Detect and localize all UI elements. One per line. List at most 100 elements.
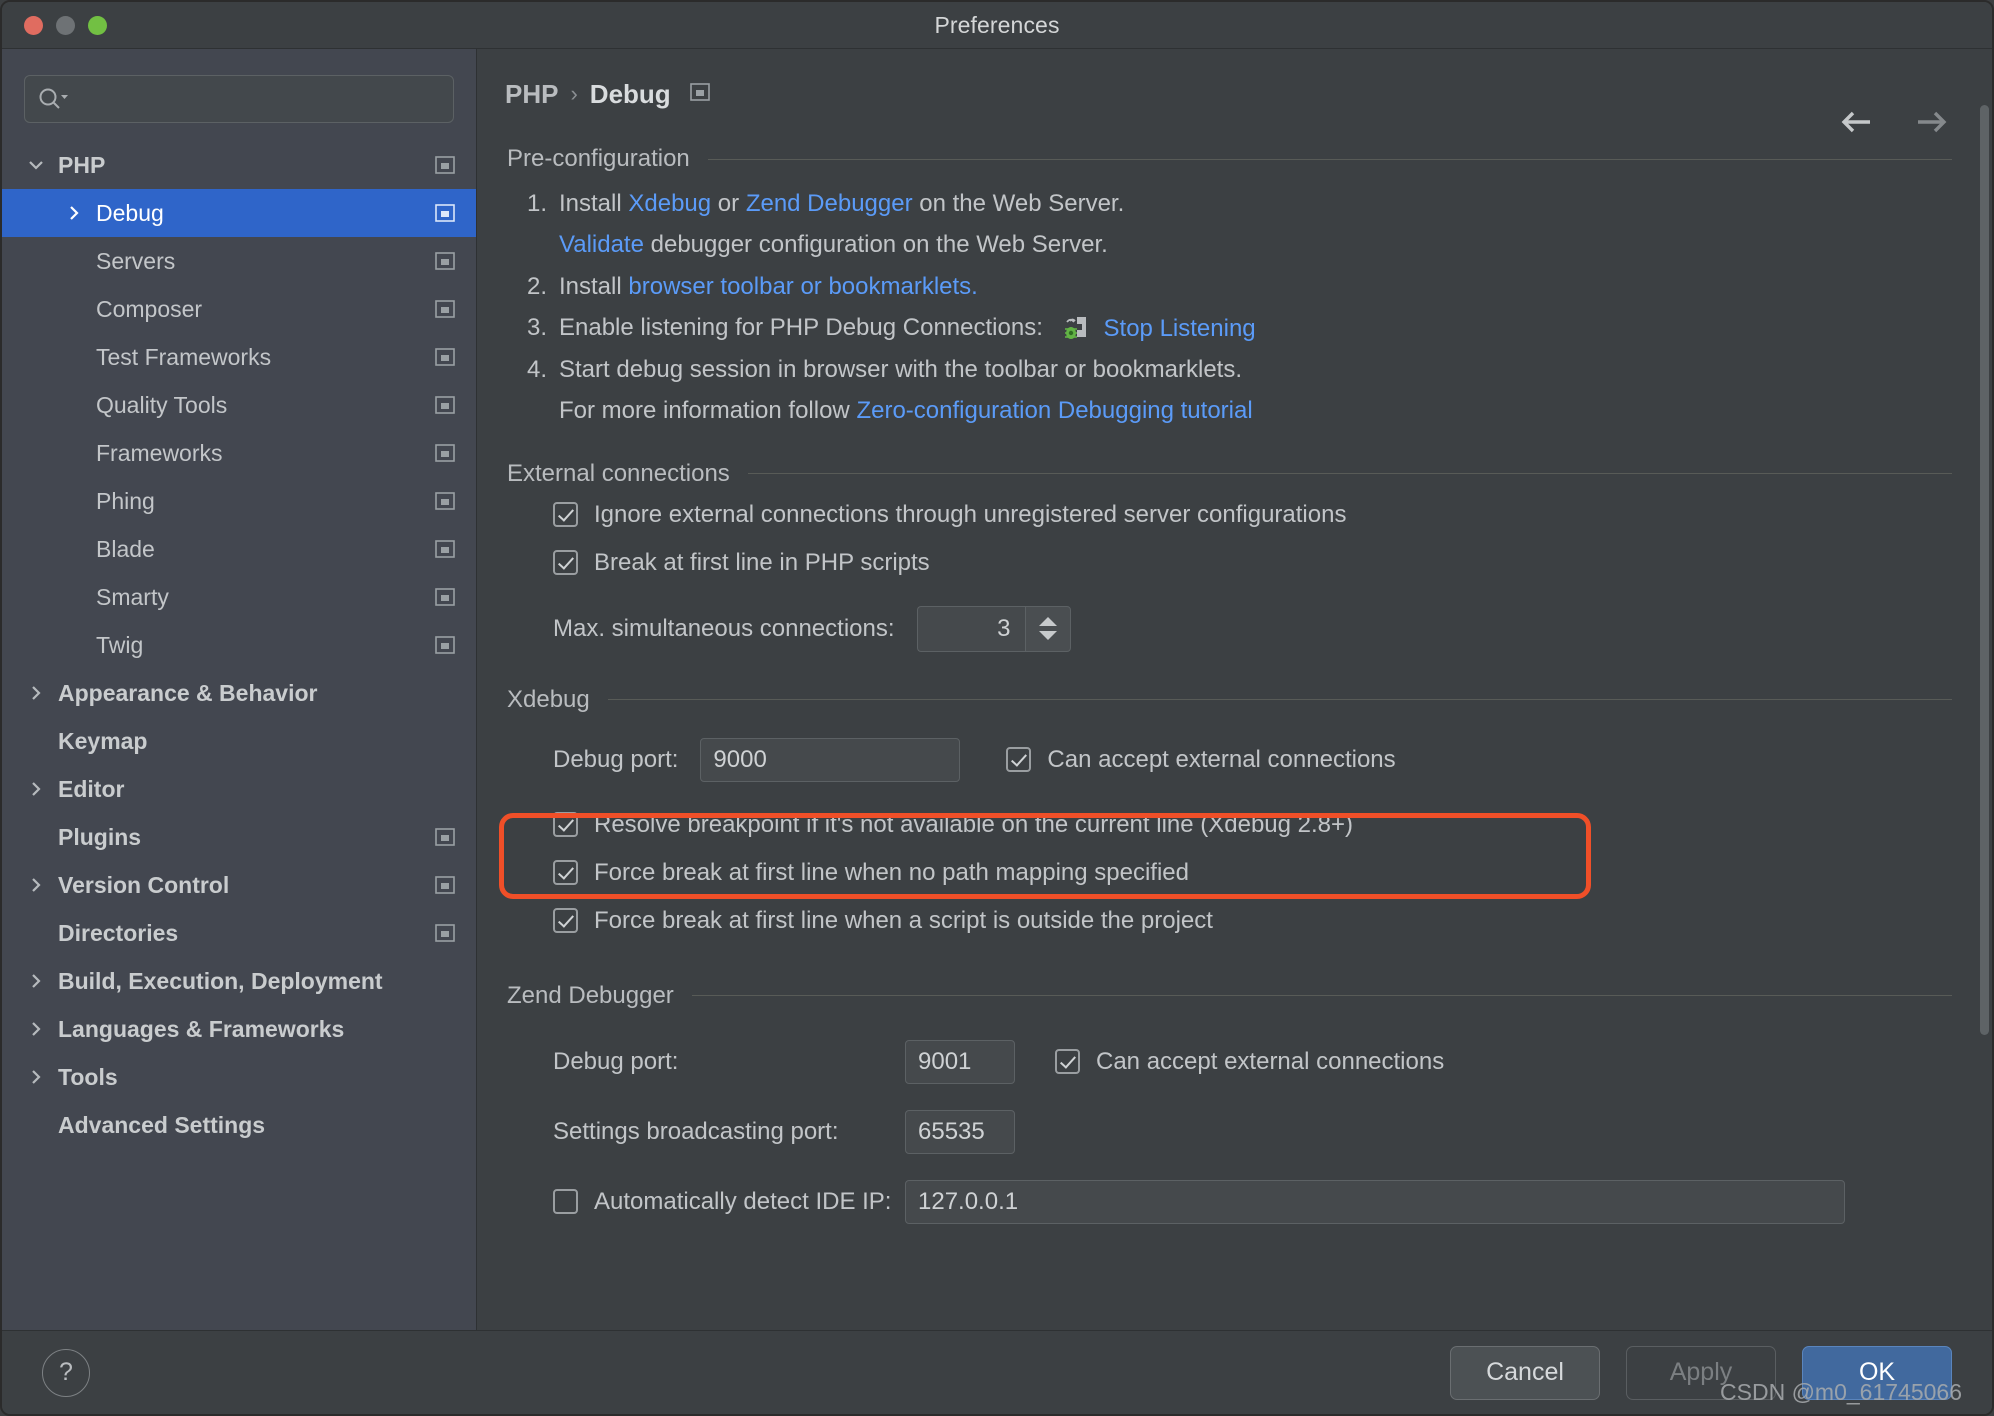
sidebar-item-label: Blade	[96, 535, 155, 562]
sidebar-item-composer[interactable]: Composer	[2, 285, 476, 333]
sidebar-item-version-control[interactable]: Version Control	[2, 861, 476, 909]
sidebar-item-twig[interactable]: Twig	[2, 621, 476, 669]
step1-text-a: Install	[559, 190, 629, 217]
sidebar-item-php[interactable]: PHP	[2, 141, 476, 189]
project-scope-icon[interactable]	[434, 539, 456, 559]
break-first-line-checkbox[interactable]	[553, 550, 578, 576]
breadcrumb-root[interactable]: PHP	[505, 79, 558, 110]
zend-auto-detect-ip-input[interactable]: 127.0.0.1	[905, 1179, 1845, 1224]
sidebar-item-test-frameworks[interactable]: Test Frameworks	[2, 333, 476, 381]
stop-listening-control[interactable]: Stop Listening	[1050, 308, 1256, 349]
step-4: 4. Start debug session in browser with t…	[507, 349, 1952, 390]
external-connections-body: Ignore external connections through unre…	[553, 494, 1952, 652]
sidebar-item-servers[interactable]: Servers	[2, 237, 476, 285]
cancel-button[interactable]: Cancel	[1450, 1345, 1600, 1400]
project-scope-icon[interactable]	[434, 635, 456, 655]
project-scope-icon[interactable]	[689, 82, 711, 107]
project-scope-icon[interactable]	[434, 347, 456, 367]
chevron-right-icon[interactable]	[26, 779, 46, 799]
resolve-breakpoint-checkbox[interactable]	[553, 812, 578, 838]
sidebar-item-advanced-settings[interactable]: Advanced Settings	[2, 1101, 476, 1149]
project-scope-icon[interactable]	[434, 491, 456, 511]
chevron-right-icon[interactable]	[64, 203, 84, 223]
chevron-right-icon[interactable]	[26, 683, 46, 703]
step-text: Install Xdebug or Zend Debugger on the W…	[559, 183, 1124, 224]
ignore-external-connections-checkbox[interactable]	[553, 502, 578, 528]
scrollbar-thumb[interactable]	[1980, 105, 1989, 1035]
stop-listening-link[interactable]: Stop Listening	[1104, 308, 1256, 349]
stepper-up-icon[interactable]	[1038, 617, 1057, 627]
zero-configuration-tutorial-link[interactable]: Zero-configuration Debugging tutorial	[856, 397, 1252, 424]
chevron-right-icon[interactable]	[26, 971, 46, 991]
preconfiguration-group-header: Pre-configuration	[507, 145, 1952, 173]
sidebar-item-label: Smarty	[96, 583, 169, 610]
sidebar-item-appearance-behavior[interactable]: Appearance & Behavior	[2, 669, 476, 717]
project-scope-icon[interactable]	[434, 155, 456, 175]
resolve-breakpoint-label: Resolve breakpoint if it's not available…	[594, 810, 1354, 838]
sidebar-item-directories[interactable]: Directories	[2, 909, 476, 957]
step1-sub-text: debugger configuration on the Web Server…	[643, 231, 1108, 259]
sidebar-item-tools[interactable]: Tools	[2, 1053, 476, 1101]
step-4-sub: For more information follow Zero-configu…	[559, 390, 1952, 431]
force-break-no-mapping-row[interactable]: Force break at first line when no path m…	[553, 852, 1952, 894]
project-scope-icon[interactable]	[434, 299, 456, 319]
project-scope-icon[interactable]	[434, 203, 456, 223]
zend-debug-port-row: Debug port: 9001 Can accept external con…	[553, 1039, 1952, 1084]
sidebar-item-label: Composer	[96, 295, 203, 322]
stepper-buttons[interactable]	[1024, 605, 1071, 652]
max-connections-stepper[interactable]: 3	[916, 605, 1071, 652]
resolve-breakpoint-row[interactable]: Resolve breakpoint if it's not available…	[553, 804, 1952, 846]
sidebar-item-label: Servers	[96, 247, 176, 274]
search-input[interactable]	[24, 75, 454, 123]
zend-auto-detect-ip-checkbox[interactable]	[553, 1189, 578, 1215]
sidebar-item-keymap[interactable]: Keymap	[2, 717, 476, 765]
sidebar-item-languages-frameworks[interactable]: Languages & Frameworks	[2, 1005, 476, 1053]
sidebar-item-debug[interactable]: Debug	[2, 189, 476, 237]
project-scope-icon[interactable]	[434, 443, 456, 463]
project-scope-icon[interactable]	[434, 395, 456, 415]
sidebar-item-frameworks[interactable]: Frameworks	[2, 429, 476, 477]
sidebar-item-blade[interactable]: Blade	[2, 525, 476, 573]
project-scope-icon[interactable]	[434, 875, 456, 895]
arrow-right-icon[interactable]	[1912, 109, 1952, 135]
sidebar-item-smarty[interactable]: Smarty	[2, 573, 476, 621]
content-scrollbar[interactable]	[1980, 105, 1989, 1315]
zend-debugger-link[interactable]: Zend Debugger	[746, 190, 913, 217]
force-break-outside-row[interactable]: Force break at first line when a script …	[553, 900, 1952, 942]
force-break-no-mapping-checkbox[interactable]	[553, 860, 578, 886]
xdebug-debug-port-input[interactable]: 9000	[700, 737, 961, 782]
sidebar-item-build-execution-deployment[interactable]: Build, Execution, Deployment	[2, 957, 476, 1005]
arrow-left-icon[interactable]	[1836, 109, 1876, 135]
break-first-line-row[interactable]: Break at first line in PHP scripts	[553, 542, 1952, 584]
chevron-right-icon[interactable]	[26, 1019, 46, 1039]
sidebar-item-editor[interactable]: Editor	[2, 765, 476, 813]
sidebar-item-plugins[interactable]: Plugins	[2, 813, 476, 861]
sidebar-item-quality-tools[interactable]: Quality Tools	[2, 381, 476, 429]
sidebar-item-phing[interactable]: Phing	[2, 477, 476, 525]
browser-toolbar-link[interactable]: browser toolbar or bookmarklets.	[628, 273, 977, 300]
zend-broadcast-port-row: Settings broadcasting port: 65535	[553, 1109, 1952, 1154]
project-scope-icon[interactable]	[434, 251, 456, 271]
zend-can-accept-checkbox[interactable]	[1055, 1049, 1080, 1075]
stepper-down-icon[interactable]	[1038, 631, 1057, 641]
project-scope-icon[interactable]	[434, 923, 456, 943]
settings-tree[interactable]: PHP Debug Servers Composer Test Frameworks Qu…	[2, 141, 476, 1149]
ignore-external-connections-row[interactable]: Ignore external connections through unre…	[553, 494, 1952, 536]
xdebug-can-accept-checkbox[interactable]	[1006, 747, 1032, 773]
zend-debug-port-input[interactable]: 9001	[905, 1039, 1015, 1084]
help-button[interactable]: ?	[42, 1348, 90, 1397]
project-scope-icon[interactable]	[434, 827, 456, 847]
validate-link[interactable]: Validate	[559, 231, 644, 258]
chevron-down-icon[interactable]	[26, 155, 46, 175]
zend-broadcast-port-input[interactable]: 65535	[905, 1109, 1015, 1154]
xdebug-link[interactable]: Xdebug	[628, 190, 711, 217]
max-connections-value[interactable]: 3	[916, 605, 1025, 652]
force-break-outside-checkbox[interactable]	[553, 908, 578, 934]
breadcrumb-current: Debug	[589, 78, 671, 109]
project-scope-icon[interactable]	[434, 587, 456, 607]
chevron-right-icon[interactable]	[26, 1067, 46, 1087]
force-break-outside-label: Force break at first line when a script …	[594, 906, 1213, 934]
chevron-right-icon[interactable]	[26, 875, 46, 895]
